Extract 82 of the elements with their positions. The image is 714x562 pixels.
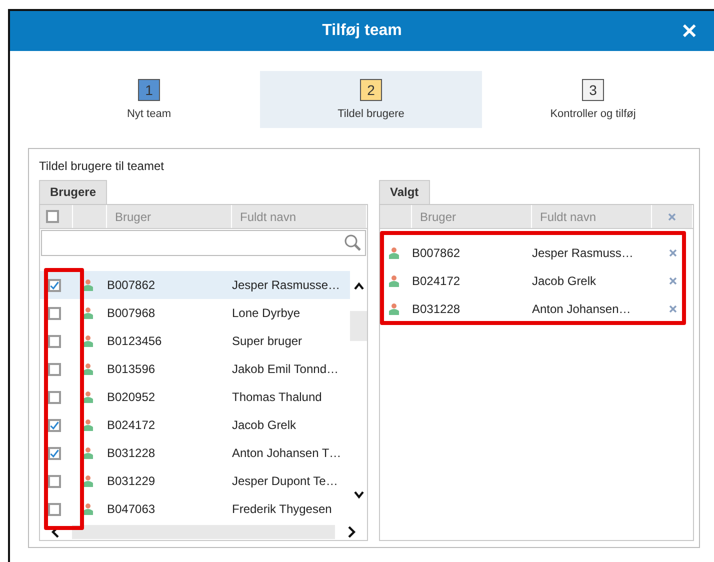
user-id: B031229 (107, 474, 156, 488)
section-title: Tildel brugere til teamet (39, 159, 165, 173)
check-icon (50, 420, 59, 430)
scrollbar-thumb[interactable] (72, 525, 335, 539)
user-row[interactable]: B007862 Jesper Rasmusse… (40, 271, 350, 299)
user-id: B024172 (107, 418, 156, 432)
user-icon (389, 274, 399, 288)
close-icon (668, 249, 676, 257)
select-all-checkbox[interactable] (46, 210, 59, 223)
user-id: B047063 (107, 502, 156, 516)
row-checkbox[interactable] (48, 278, 61, 292)
user-icon (83, 390, 93, 404)
close-button[interactable]: ✕ (679, 17, 700, 46)
user-row[interactable]: B007968 Lone Dyrbye (40, 299, 350, 327)
chevron-right-icon[interactable] (345, 526, 357, 538)
check-icon (50, 280, 59, 290)
search-icon (344, 234, 362, 252)
user-row[interactable]: B047063 Frederik Thygesen (40, 495, 350, 523)
row-checkbox[interactable] (48, 502, 61, 516)
full-name: Anton Johansen… (532, 302, 632, 316)
close-icon (668, 277, 676, 285)
user-icon (83, 362, 93, 376)
user-icon (83, 474, 93, 488)
full-name: Lone Dyrbye (232, 306, 302, 320)
close-icon (668, 305, 676, 313)
user-id: B0123456 (107, 334, 163, 348)
user-id: B007968 (107, 306, 156, 320)
user-icon (389, 302, 399, 316)
user-id: B031228 (412, 302, 462, 316)
full-name: Jakob Emil Tonnd… (232, 362, 340, 376)
scrollbar-thumb[interactable] (350, 311, 367, 341)
user-icon (83, 278, 93, 292)
user-id: B024172 (412, 274, 462, 288)
user-id: B007862 (107, 278, 156, 292)
step-number: 3 (582, 79, 604, 101)
full-name: Jacob Grelk (232, 418, 298, 432)
full-name: Jesper Dupont Te… (232, 474, 339, 488)
full-name: Frederik Thygesen (232, 502, 333, 516)
wizard-step[interactable]: 1 Nyt team (38, 71, 260, 128)
step-label: Kontroller og tilføj (550, 108, 636, 120)
user-row[interactable]: B020952 Thomas Thalund (40, 383, 350, 411)
user-row[interactable]: B0123456 Super bruger (40, 327, 350, 355)
user-row[interactable]: B024172 Jacob Grelk (40, 411, 350, 439)
full-name: Jesper Rasmuss… (532, 246, 634, 260)
user-icon (83, 418, 93, 432)
user-row[interactable]: B013596 Jakob Emil Tonnd… (40, 355, 350, 383)
user-icon (83, 306, 93, 320)
selected-tab[interactable]: Valgt (379, 180, 430, 204)
search-field[interactable] (41, 230, 366, 256)
row-checkbox[interactable] (48, 362, 61, 376)
row-checkbox[interactable] (48, 474, 61, 488)
row-checkbox[interactable] (48, 306, 61, 320)
wizard-step[interactable]: 2 Tildel brugere (260, 71, 482, 128)
step-label: Tildel brugere (338, 108, 404, 120)
row-checkbox[interactable] (48, 390, 61, 404)
user-icon (83, 502, 93, 516)
check-icon (50, 448, 59, 458)
wizard-step[interactable]: 3 Kontroller og tilføj (482, 71, 704, 128)
user-id: B007862 (412, 246, 462, 260)
full-name: Anton Johansen T… (232, 446, 342, 460)
user-id: B020952 (107, 390, 156, 404)
user-row[interactable]: B031229 Jesper Dupont Te… (40, 467, 350, 495)
step-label: Nyt team (126, 108, 171, 120)
user-id: B013596 (107, 362, 156, 376)
users-tab[interactable]: Brugere (39, 180, 108, 204)
close-icon (668, 212, 676, 220)
window-title: Tilføj team (322, 22, 402, 40)
full-name: Super bruger (232, 334, 304, 348)
full-name: Jesper Rasmusse… (232, 278, 342, 292)
user-icon (83, 334, 93, 348)
user-icon (83, 446, 93, 460)
user-id: B031228 (107, 446, 156, 460)
step-number: 2 (360, 79, 382, 101)
row-checkbox[interactable] (48, 418, 61, 432)
row-checkbox[interactable] (48, 446, 61, 460)
row-checkbox[interactable] (48, 334, 61, 348)
user-icon (389, 246, 399, 260)
full-name: Jacob Grelk (532, 274, 598, 288)
full-name: Thomas Thalund (232, 390, 323, 404)
step-number: 1 (138, 79, 160, 101)
chevron-down-icon[interactable] (353, 489, 365, 501)
user-row[interactable]: B031228 Anton Johansen T… (40, 439, 350, 467)
